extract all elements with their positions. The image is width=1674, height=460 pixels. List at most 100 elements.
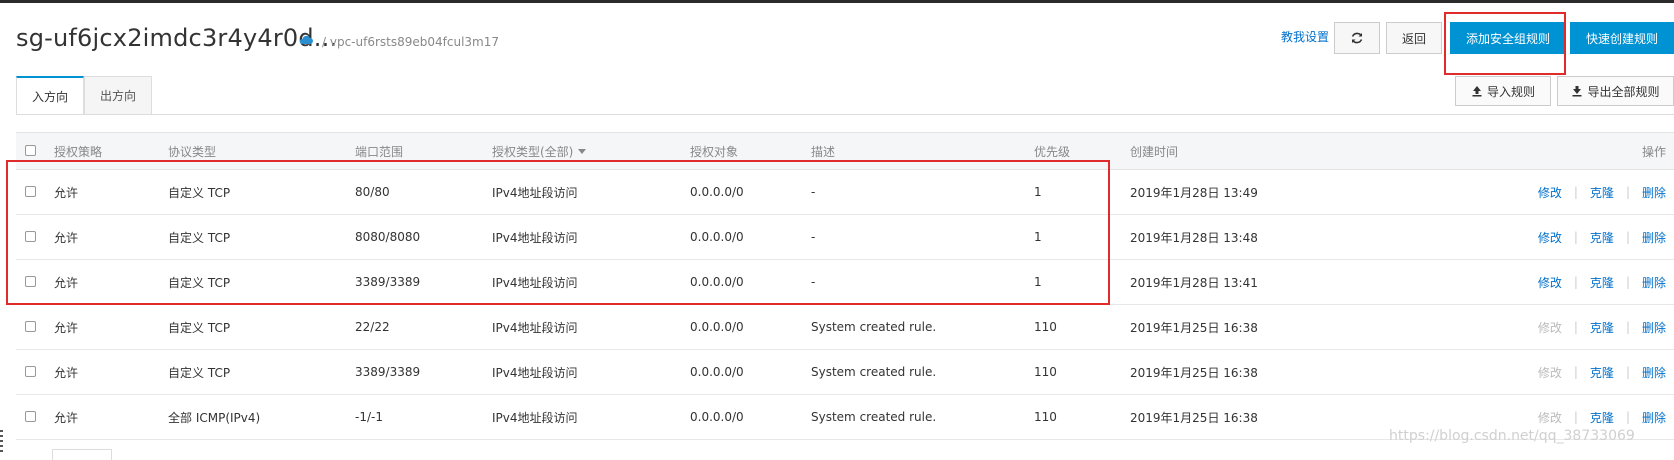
col-port: 端口范围	[355, 144, 404, 159]
action-separator: |	[1573, 410, 1578, 424]
quick-create-button[interactable]: 快速创建规则	[1570, 22, 1674, 54]
table-row: 允许 自定义 TCP 3389/3389 IPv4地址段访问 0.0.0.0/0 - 1 20…	[16, 260, 1674, 305]
refresh-button[interactable]	[1334, 22, 1380, 54]
action-separator: |	[1625, 230, 1630, 244]
row-checkbox[interactable]	[25, 276, 36, 287]
table-row: 允许 自定义 TCP 80/80 IPv4地址段访问 0.0.0.0/0 - 1 2019年1…	[16, 170, 1674, 215]
clone-link[interactable]: 克隆	[1590, 364, 1614, 381]
cell-created: 2019年1月25日 16:38	[1130, 365, 1258, 380]
table-row: 允许 自定义 TCP 3389/3389 IPv4地址段访问 0.0.0.0/0 Syst…	[16, 350, 1674, 395]
tab-outbound[interactable]: 出方向	[84, 76, 152, 115]
cloud-icon	[299, 35, 313, 44]
cell-port: -1/-1	[355, 410, 383, 424]
delete-link[interactable]: 删除	[1642, 274, 1666, 291]
action-separator: |	[1573, 365, 1578, 379]
cell-priority: 1	[1034, 275, 1042, 289]
action-separator: |	[1625, 275, 1630, 289]
action-separator: |	[1625, 410, 1630, 424]
col-desc: 描述	[811, 144, 836, 159]
cell-object: 0.0.0.0/0	[690, 275, 744, 289]
breadcrumb: / vpc-uf6rsts89eb04fcul3m17	[322, 35, 500, 49]
row-checkbox[interactable]	[25, 366, 36, 377]
help-link[interactable]: 教我设置	[1281, 28, 1329, 45]
cell-protocol: 自定义 TCP	[168, 275, 231, 290]
cell-auth-type: IPv4地址段访问	[492, 275, 578, 290]
cell-desc: System created rule.	[811, 365, 937, 379]
col-auth-type-label: 授权类型(全部)	[492, 144, 574, 159]
row-actions: 修改 | 克隆 | 删除	[1538, 170, 1666, 214]
clone-link[interactable]: 克隆	[1590, 184, 1614, 201]
row-checkbox[interactable]	[25, 186, 36, 197]
delete-link[interactable]: 删除	[1642, 409, 1666, 426]
delete-link[interactable]: 删除	[1642, 319, 1666, 336]
action-separator: |	[1625, 320, 1630, 334]
clone-link[interactable]: 克隆	[1590, 319, 1614, 336]
cell-port: 22/22	[355, 320, 390, 334]
cell-auth-type: IPv4地址段访问	[492, 230, 578, 245]
tab-inbound[interactable]: 入方向	[16, 76, 84, 115]
modify-link: 修改	[1537, 365, 1562, 380]
cell-policy: 允许	[54, 185, 79, 200]
cell-desc: -	[811, 185, 816, 199]
cell-created: 2019年1月28日 13:49	[1130, 185, 1258, 200]
cell-object: 0.0.0.0/0	[690, 410, 744, 424]
modify-link[interactable]: 修改	[1538, 184, 1562, 201]
export-rules-button[interactable]: 导出全部规则	[1557, 76, 1674, 106]
cell-port: 80/80	[355, 185, 390, 199]
cell-desc: System created rule.	[811, 410, 937, 424]
action-separator: |	[1573, 230, 1578, 244]
modify-link: 修改	[1537, 320, 1562, 335]
cell-protocol: 自定义 TCP	[168, 365, 231, 380]
cell-policy: 允许	[54, 275, 79, 290]
row-actions: 修改 | 克隆 | 删除	[1538, 305, 1666, 349]
cell-policy: 允许	[54, 365, 79, 380]
cell-desc: System created rule.	[811, 320, 937, 334]
select-all-checkbox[interactable]	[25, 145, 36, 156]
cell-desc: -	[811, 275, 816, 289]
cell-created: 2019年1月28日 13:48	[1130, 230, 1258, 245]
import-rules-button[interactable]: 导入规则	[1455, 76, 1551, 106]
row-checkbox[interactable]	[25, 231, 36, 242]
col-ops: 操作	[1641, 144, 1666, 159]
import-rules-label: 导入规则	[1486, 84, 1535, 99]
cell-created: 2019年1月25日 16:38	[1130, 410, 1258, 425]
cell-auth-type: IPv4地址段访问	[492, 410, 578, 425]
cell-protocol: 全部 ICMP(IPv4)	[168, 410, 261, 425]
export-rules-label: 导出全部规则	[1587, 84, 1660, 99]
col-auth-type-filter[interactable]: 授权类型(全部)	[492, 133, 587, 169]
row-actions: 修改 | 克隆 | 删除	[1538, 215, 1666, 259]
back-button[interactable]: 返回	[1386, 22, 1442, 54]
delete-link[interactable]: 删除	[1642, 184, 1666, 201]
cell-priority: 1	[1034, 185, 1042, 199]
row-checkbox[interactable]	[25, 411, 36, 422]
page-title: sg-uf6jcx2imdc3r4y4r0d...	[16, 24, 338, 52]
delete-link[interactable]: 删除	[1642, 364, 1666, 381]
table-header: 授权策略 协议类型 端口范围 授权类型(全部) 授权对象 描述 优先级 创建时间…	[16, 132, 1674, 170]
cell-object: 0.0.0.0/0	[690, 365, 744, 379]
caret-down-icon	[578, 148, 587, 154]
modify-link: 修改	[1537, 410, 1562, 425]
delete-link[interactable]: 删除	[1642, 229, 1666, 246]
side-handle	[0, 430, 3, 452]
table-row: 允许 自定义 TCP 22/22 IPv4地址段访问 0.0.0.0/0 System c…	[16, 305, 1674, 350]
clone-link[interactable]: 克隆	[1590, 274, 1614, 291]
refresh-icon	[1351, 32, 1363, 44]
modify-link[interactable]: 修改	[1538, 229, 1562, 246]
row-actions: 修改 | 克隆 | 删除	[1538, 260, 1666, 304]
add-rule-button[interactable]: 添加安全组规则	[1450, 22, 1566, 54]
row-checkbox[interactable]	[25, 321, 36, 332]
row-actions: 修改 | 克隆 | 删除	[1538, 350, 1666, 394]
cell-policy: 允许	[54, 230, 79, 245]
table-row: 允许 自定义 TCP 8080/8080 IPv4地址段访问 0.0.0.0/0 - 1 20…	[16, 215, 1674, 260]
cell-port: 3389/3389	[355, 365, 421, 379]
modify-link[interactable]: 修改	[1538, 274, 1562, 291]
clone-link[interactable]: 克隆	[1590, 229, 1614, 246]
clone-link[interactable]: 克隆	[1590, 409, 1614, 426]
cell-priority: 110	[1034, 410, 1057, 424]
cell-created: 2019年1月28日 13:41	[1130, 275, 1258, 290]
cell-port: 3389/3389	[355, 275, 421, 289]
cell-object: 0.0.0.0/0	[690, 320, 744, 334]
action-separator: |	[1625, 185, 1630, 199]
cell-protocol: 自定义 TCP	[168, 320, 231, 335]
col-created: 创建时间	[1130, 144, 1179, 159]
